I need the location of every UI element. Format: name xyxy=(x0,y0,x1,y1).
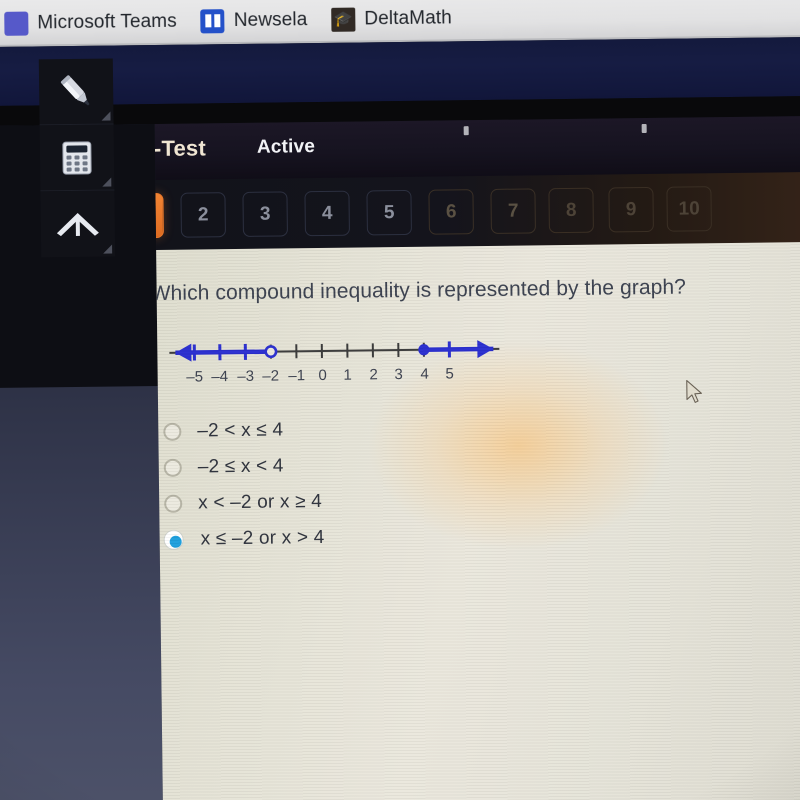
answer-option-label: x < –2 or x ≥ 4 xyxy=(198,490,323,514)
bookmark-label: DeltaMath xyxy=(364,6,452,29)
bookmark-newsela[interactable]: Newsela xyxy=(189,2,320,38)
question-nav-3[interactable]: 3 xyxy=(242,191,288,237)
highlighter-icon xyxy=(60,74,90,106)
screen-speck xyxy=(641,123,647,134)
question-nav-6[interactable]: 6 xyxy=(428,189,474,235)
tick-label: –4 xyxy=(211,368,229,386)
newsela-icon xyxy=(200,8,225,33)
closed-endpoint-4 xyxy=(418,344,430,356)
teams-icon xyxy=(4,11,29,36)
tick-label: 3 xyxy=(394,365,403,384)
screen-speck xyxy=(463,126,469,136)
photo-frame: Microsoft Teams Newsela 🎓 DeltaMath 1 Pr… xyxy=(0,0,800,800)
answer-option-4[interactable]: x ≤ –2 or x > 4 xyxy=(164,517,584,558)
question-content-panel: Which compound inequality is represented… xyxy=(156,242,800,800)
question-nav-7[interactable]: 7 xyxy=(490,188,536,234)
question-nav-8[interactable]: 8 xyxy=(548,187,594,234)
answer-option-1[interactable]: –2 < x ≤ 4 xyxy=(163,409,583,450)
tool-calculator[interactable] xyxy=(39,124,115,192)
question-nav-9[interactable]: 9 xyxy=(608,186,654,233)
status-badge: Active xyxy=(256,136,316,158)
tick-label: 5 xyxy=(445,365,454,383)
tick-label: –3 xyxy=(237,367,255,386)
answer-option-2[interactable]: –2 ≤ x < 4 xyxy=(163,445,584,486)
question-nav-2[interactable]: 2 xyxy=(180,192,226,238)
bookmark-microsoft-teams[interactable]: Microsoft Teams xyxy=(0,4,189,40)
radio-button[interactable] xyxy=(163,422,182,441)
tick-label: 1 xyxy=(343,366,352,384)
answer-option-label: –2 < x ≤ 4 xyxy=(197,419,284,442)
bookmark-label: Newsela xyxy=(233,8,308,31)
calculator-icon xyxy=(62,140,92,175)
tool-highlighter[interactable] xyxy=(38,58,114,126)
tick-label: 4 xyxy=(420,365,429,383)
question-nav-4[interactable]: 4 xyxy=(304,190,350,237)
answer-option-label: x ≤ –2 or x > 4 xyxy=(200,526,325,550)
tick-label: 2 xyxy=(369,366,378,384)
tick-label: –2 xyxy=(262,367,280,385)
tool-collapse[interactable] xyxy=(40,190,116,258)
tick-label: 0 xyxy=(318,366,327,385)
answer-option-label: –2 ≤ x < 4 xyxy=(197,455,284,478)
question-prompt: Which compound inequality is represented… xyxy=(156,275,687,306)
tool-rail xyxy=(38,58,116,325)
answer-options-list: –2 < x ≤ 4 –2 ≤ x < 4 x < –2 or x ≥ 4 x … xyxy=(163,409,585,558)
chevron-up-icon xyxy=(56,212,99,237)
radio-button[interactable] xyxy=(164,494,183,513)
answer-option-3[interactable]: x < –2 or x ≥ 4 xyxy=(164,481,584,522)
bookmark-label: Microsoft Teams xyxy=(37,10,177,33)
question-nav-10[interactable]: 10 xyxy=(666,186,712,232)
question-nav-5[interactable]: 5 xyxy=(366,189,412,236)
radio-button[interactable] xyxy=(163,458,182,477)
tick-label: –1 xyxy=(288,367,306,385)
tick-label: –5 xyxy=(186,368,204,386)
deltamath-icon: 🎓 xyxy=(331,7,356,32)
bookmark-deltamath[interactable]: 🎓 DeltaMath xyxy=(319,1,464,37)
browser-navy-band: 1 xyxy=(0,37,800,107)
radio-button-selected[interactable] xyxy=(164,530,183,549)
number-line-graph: –5 –4 –3 –2 –1 0 1 2 3 4 5 xyxy=(156,331,520,398)
open-endpoint-minus2 xyxy=(264,345,278,359)
monitor-screen: Microsoft Teams Newsela 🎓 DeltaMath 1 Pr… xyxy=(0,0,800,800)
